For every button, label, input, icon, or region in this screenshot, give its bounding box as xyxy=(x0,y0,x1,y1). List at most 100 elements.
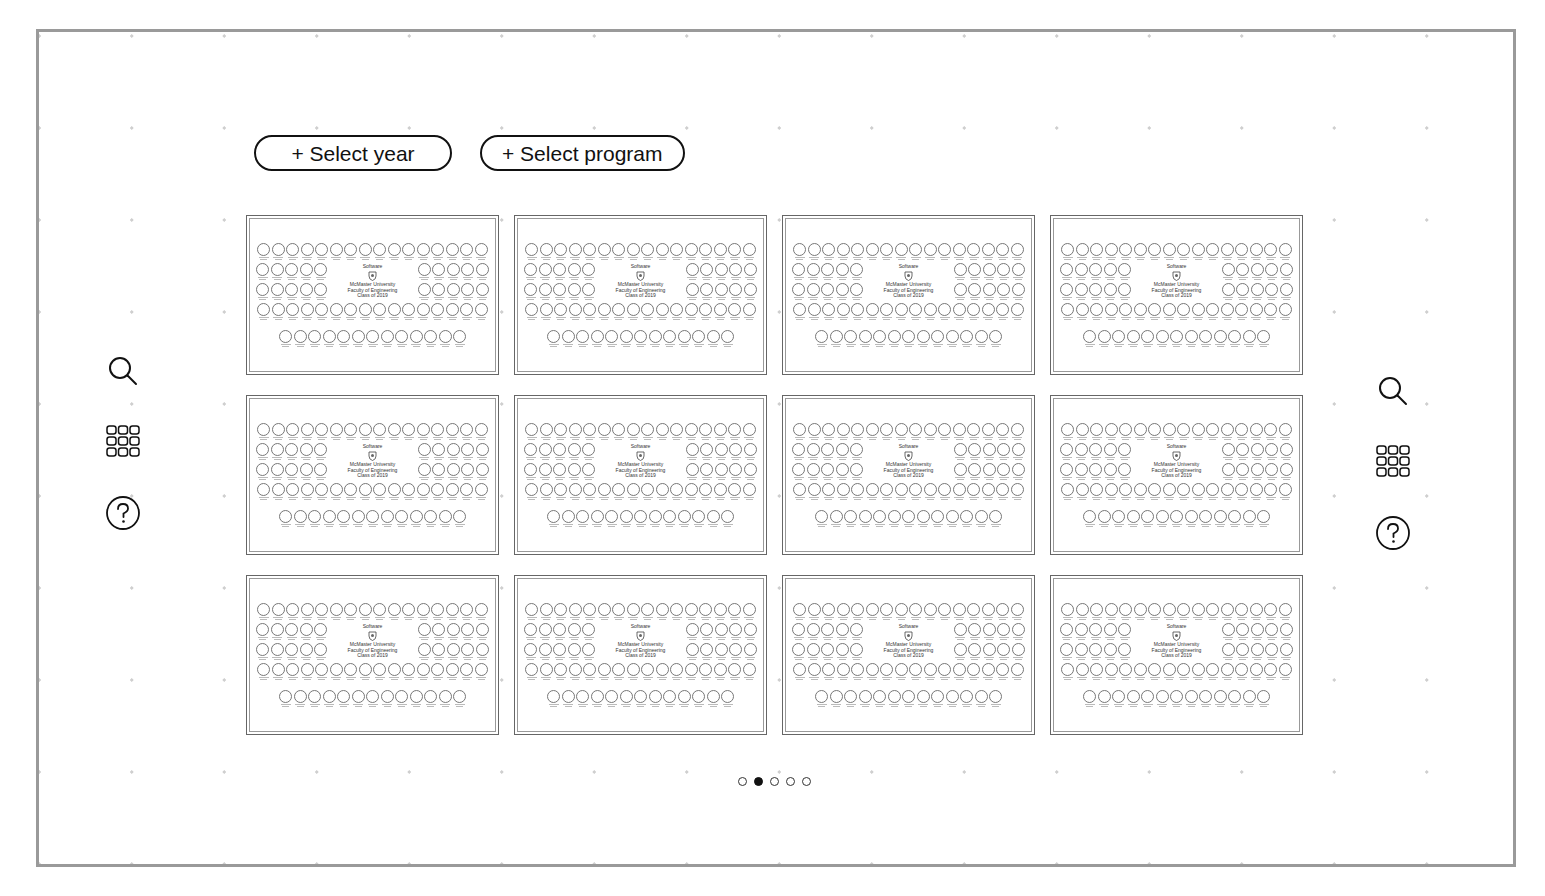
face-placeholder xyxy=(1060,643,1073,660)
face-placeholder xyxy=(975,510,988,527)
face-placeholder xyxy=(983,623,996,640)
face-placeholder xyxy=(612,483,625,500)
face-placeholder xyxy=(286,483,299,500)
face-placeholder xyxy=(627,603,640,620)
composite-card[interactable]: SoftwareMcMaster UniversityFaculty of En… xyxy=(514,575,767,735)
face-placeholder xyxy=(314,623,327,640)
help-icon[interactable] xyxy=(105,495,141,531)
face-placeholder xyxy=(447,643,460,660)
face-placeholder xyxy=(1011,663,1024,680)
face-placeholder xyxy=(792,263,805,280)
pagination xyxy=(246,777,1303,786)
face-placeholder xyxy=(1061,303,1074,320)
help-icon[interactable] xyxy=(1375,515,1411,551)
page-dot[interactable] xyxy=(770,777,779,786)
face-placeholder xyxy=(344,483,357,500)
face-placeholder xyxy=(432,463,445,480)
composite-card[interactable]: SoftwareMcMaster UniversityFaculty of En… xyxy=(782,575,1035,735)
face-placeholder xyxy=(583,303,596,320)
composite-title: SoftwareMcMaster UniversityFaculty of En… xyxy=(616,264,666,299)
page-dot[interactable] xyxy=(786,777,795,786)
face-placeholder xyxy=(837,303,850,320)
filter-button[interactable]: + Select year xyxy=(254,135,452,171)
face-placeholder xyxy=(402,423,415,440)
composite-class: Class of 2019 xyxy=(625,473,656,479)
face-placeholder xyxy=(620,690,633,707)
composite-card[interactable]: SoftwareMcMaster UniversityFaculty of En… xyxy=(782,395,1035,555)
face-placeholder xyxy=(699,483,712,500)
face-placeholder xyxy=(453,330,466,347)
face-placeholder xyxy=(967,303,980,320)
composite-card[interactable]: SoftwareMcMaster UniversityFaculty of En… xyxy=(246,575,499,735)
face-placeholder xyxy=(330,423,343,440)
page-dot[interactable] xyxy=(738,777,747,786)
face-placeholder xyxy=(960,510,973,527)
face-placeholder xyxy=(373,303,386,320)
face-placeholder xyxy=(685,483,698,500)
face-placeholder xyxy=(257,663,270,680)
grid-icon[interactable] xyxy=(1376,445,1410,477)
face-placeholder xyxy=(256,443,269,460)
face-placeholder xyxy=(344,423,357,440)
face-placeholder xyxy=(1279,603,1292,620)
face-placeholder xyxy=(808,303,821,320)
face-placeholder xyxy=(909,423,922,440)
face-placeholder xyxy=(1076,663,1089,680)
face-placeholder xyxy=(1011,243,1024,260)
composite-card[interactable]: SoftwareMcMaster UniversityFaculty of En… xyxy=(246,395,499,555)
face-placeholder xyxy=(1257,690,1270,707)
board-frame: + Select year + Select program SoftwareMcM… xyxy=(36,29,1516,867)
face-placeholder xyxy=(859,690,872,707)
face-placeholder xyxy=(844,690,857,707)
composite-card[interactable]: SoftwareMcMaster UniversityFaculty of En… xyxy=(514,215,767,375)
face-placeholder xyxy=(344,663,357,680)
face-placeholder xyxy=(946,690,959,707)
face-placeholder xyxy=(938,243,951,260)
composite-card[interactable]: SoftwareMcMaster UniversityFaculty of En… xyxy=(514,395,767,555)
face-placeholder xyxy=(1061,663,1074,680)
search-icon[interactable] xyxy=(1377,375,1409,407)
composite-card[interactable]: SoftwareMcMaster UniversityFaculty of En… xyxy=(1050,575,1303,735)
composite-card[interactable]: SoftwareMcMaster UniversityFaculty of En… xyxy=(246,215,499,375)
face-placeholder xyxy=(634,330,647,347)
filter-button[interactable]: + Select program xyxy=(480,135,685,171)
face-placeholder xyxy=(1214,330,1227,347)
face-placeholder xyxy=(728,303,741,320)
face-placeholder xyxy=(271,263,284,280)
face-placeholder xyxy=(983,283,996,300)
face-placeholder xyxy=(1134,603,1147,620)
face-placeholder xyxy=(686,643,699,660)
page-dot[interactable] xyxy=(802,777,811,786)
face-placeholder xyxy=(257,243,270,260)
face-placeholder xyxy=(954,443,967,460)
grid-icon[interactable] xyxy=(106,425,140,457)
composite-class: Class of 2019 xyxy=(357,473,388,479)
face-placeholder xyxy=(1141,690,1154,707)
composite-card[interactable]: SoftwareMcMaster UniversityFaculty of En… xyxy=(1050,395,1303,555)
face-placeholder xyxy=(337,510,350,527)
face-placeholder xyxy=(539,263,552,280)
face-placeholder xyxy=(612,243,625,260)
face-placeholder xyxy=(895,603,908,620)
face-placeholder xyxy=(983,443,996,460)
face-placeholder xyxy=(1127,330,1140,347)
face-placeholder xyxy=(895,423,908,440)
composite-card[interactable]: SoftwareMcMaster UniversityFaculty of En… xyxy=(782,215,1035,375)
search-icon[interactable] xyxy=(107,355,139,387)
face-placeholder xyxy=(605,690,618,707)
face-placeholder xyxy=(982,243,995,260)
composite-card[interactable]: SoftwareMcMaster UniversityFaculty of En… xyxy=(1050,215,1303,375)
face-placeholder xyxy=(895,663,908,680)
page-dot[interactable] xyxy=(754,777,763,786)
face-placeholder xyxy=(837,423,850,440)
face-placeholder xyxy=(728,483,741,500)
face-placeholder xyxy=(568,443,581,460)
face-placeholder xyxy=(432,283,445,300)
face-placeholder xyxy=(388,603,401,620)
face-placeholder xyxy=(1251,443,1264,460)
face-placeholder xyxy=(569,243,582,260)
face-placeholder xyxy=(686,263,699,280)
face-placeholder xyxy=(880,243,893,260)
face-placeholder xyxy=(1280,263,1293,280)
face-placeholder xyxy=(850,443,863,460)
